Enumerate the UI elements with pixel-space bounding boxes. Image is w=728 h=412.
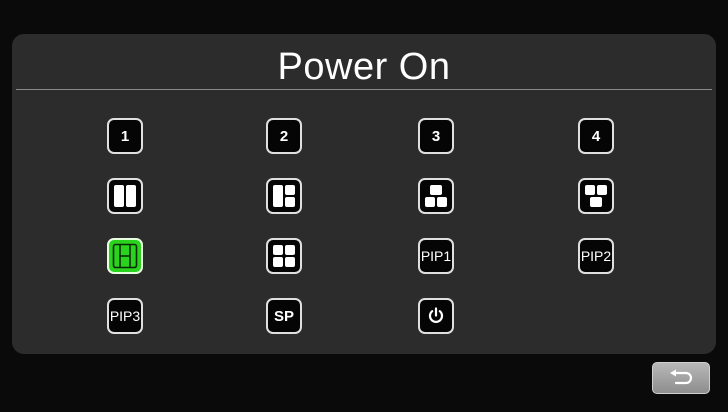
back-arrow-icon — [670, 369, 693, 385]
pip1-label: PIP1 — [420, 248, 452, 264]
pip2-label: PIP2 — [580, 248, 612, 264]
back-button[interactable] — [652, 362, 710, 394]
channel-3-label: 3 — [431, 127, 441, 145]
channel-3-button[interactable]: 3 — [418, 118, 454, 154]
split-3-bottom-icon — [425, 185, 447, 207]
quad-split-button[interactable] — [266, 238, 302, 274]
split-3-left-icon — [273, 185, 295, 207]
power-icon — [428, 307, 444, 323]
split-3-top-icon — [585, 185, 607, 207]
power-button[interactable] — [418, 298, 454, 334]
quad-split-icon — [273, 245, 295, 267]
channel-2-button[interactable]: 2 — [266, 118, 302, 154]
channel-2-label: 2 — [279, 127, 289, 145]
pip1-button[interactable]: PIP1 — [418, 238, 454, 274]
power-on-panel: Power On 1 2 3 4 PIP1 PIP2 PIP3 SP — [12, 34, 716, 354]
split-2-icon — [114, 185, 136, 207]
channel-4-button[interactable]: 4 — [578, 118, 614, 154]
split-h-layout-button[interactable] — [107, 238, 143, 274]
pip2-button[interactable]: PIP2 — [578, 238, 614, 274]
page-title: Power On — [277, 46, 451, 88]
split-h-icon — [112, 243, 138, 269]
pip3-button[interactable]: PIP3 — [107, 298, 143, 334]
title-divider — [16, 89, 712, 90]
channel-1-button[interactable]: 1 — [107, 118, 143, 154]
split-3-left-button[interactable] — [266, 178, 302, 214]
split-3-top-button[interactable] — [578, 178, 614, 214]
sp-label: SP — [273, 307, 294, 325]
split-3-bottom-button[interactable] — [418, 178, 454, 214]
channel-4-label: 4 — [591, 127, 601, 145]
channel-1-label: 1 — [120, 127, 130, 145]
pip3-label: PIP3 — [109, 308, 141, 324]
sp-button[interactable]: SP — [266, 298, 302, 334]
split-2-button[interactable] — [107, 178, 143, 214]
